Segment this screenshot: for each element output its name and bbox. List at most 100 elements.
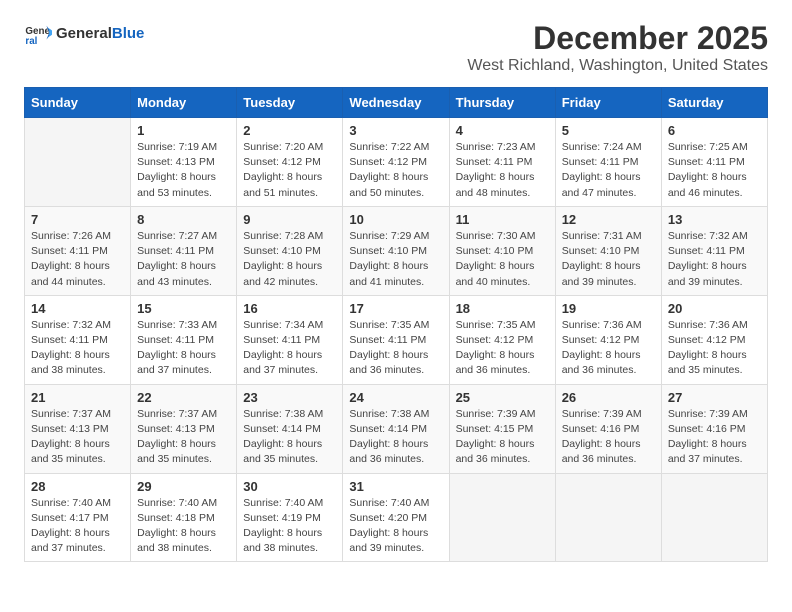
day-number: 24	[349, 390, 442, 405]
calendar-cell: 5Sunrise: 7:24 AM Sunset: 4:11 PM Daylig…	[555, 118, 661, 207]
day-number: 3	[349, 123, 442, 138]
calendar-cell: 28 Sunrise: 7:40 AM Sunset: 4:17 PM Dayli…	[25, 473, 131, 562]
calendar-table: SundayMondayTuesdayWednesdayThursdayFrid…	[24, 87, 768, 562]
calendar-cell: 27 Sunrise: 7:39 AM Sunset: 4:16 PM Dayli…	[661, 384, 767, 473]
calendar-cell: 3 Sunrise: 7:22 AM Sunset: 4:12 PM Daylig…	[343, 118, 449, 207]
day-number: 2	[243, 123, 336, 138]
calendar-cell	[25, 118, 131, 207]
day-info: Sunrise: 7:36 AM Sunset: 4:12 PM Dayligh…	[562, 318, 655, 379]
day-number: 7	[31, 212, 124, 227]
header: Gene ral GeneralBlue December 2025 West …	[24, 20, 768, 75]
calendar-cell: 2Sunrise: 7:20 AM Sunset: 4:12 PM Daylig…	[237, 118, 343, 207]
month-title: December 2025	[467, 20, 768, 57]
calendar-cell: 8 Sunrise: 7:27 AM Sunset: 4:11 PM Daylig…	[131, 206, 237, 295]
calendar-cell: 22Sunrise: 7:37 AM Sunset: 4:13 PM Dayli…	[131, 384, 237, 473]
svg-text:ral: ral	[25, 36, 37, 47]
day-number: 27	[668, 390, 761, 405]
calendar-cell: 26Sunrise: 7:39 AM Sunset: 4:16 PM Dayli…	[555, 384, 661, 473]
day-number: 26	[562, 390, 655, 405]
calendar-cell: 6 Sunrise: 7:25 AM Sunset: 4:11 PM Daylig…	[661, 118, 767, 207]
calendar-cell: 13Sunrise: 7:32 AM Sunset: 4:11 PM Dayli…	[661, 206, 767, 295]
day-number: 6	[668, 123, 761, 138]
calendar-cell: 11 Sunrise: 7:30 AM Sunset: 4:10 PM Dayli…	[449, 206, 555, 295]
col-header-wednesday: Wednesday	[343, 88, 449, 118]
day-number: 25	[456, 390, 549, 405]
calendar-cell: 14 Sunrise: 7:32 AM Sunset: 4:11 PM Dayli…	[25, 295, 131, 384]
calendar-cell	[661, 473, 767, 562]
day-info: Sunrise: 7:31 AM Sunset: 4:10 PM Dayligh…	[562, 229, 655, 290]
day-number: 12	[562, 212, 655, 227]
day-number: 28	[31, 479, 124, 494]
day-info: Sunrise: 7:40 AM Sunset: 4:18 PM Dayligh…	[137, 496, 230, 557]
day-info: Sunrise: 7:39 AM Sunset: 4:15 PM Dayligh…	[456, 407, 549, 468]
day-info: Sunrise: 7:38 AM Sunset: 4:14 PM Dayligh…	[349, 407, 442, 468]
day-info: Sunrise: 7:22 AM Sunset: 4:12 PM Dayligh…	[349, 140, 442, 201]
day-info: Sunrise: 7:27 AM Sunset: 4:11 PM Dayligh…	[137, 229, 230, 290]
col-header-saturday: Saturday	[661, 88, 767, 118]
day-info: Sunrise: 7:36 AM Sunset: 4:12 PM Dayligh…	[668, 318, 761, 379]
day-number: 14	[31, 301, 124, 316]
day-number: 30	[243, 479, 336, 494]
calendar-cell: 7 Sunrise: 7:26 AM Sunset: 4:11 PM Daylig…	[25, 206, 131, 295]
day-number: 23	[243, 390, 336, 405]
day-info: Sunrise: 7:40 AM Sunset: 4:20 PM Dayligh…	[349, 496, 442, 557]
calendar-cell	[555, 473, 661, 562]
day-number: 29	[137, 479, 230, 494]
day-info: Sunrise: 7:30 AM Sunset: 4:10 PM Dayligh…	[456, 229, 549, 290]
location-title: West Richland, Washington, United States	[467, 57, 768, 75]
calendar-cell: 12 Sunrise: 7:31 AM Sunset: 4:10 PM Dayli…	[555, 206, 661, 295]
day-info: Sunrise: 7:38 AM Sunset: 4:14 PM Dayligh…	[243, 407, 336, 468]
day-number: 4	[456, 123, 549, 138]
day-number: 11	[456, 212, 549, 227]
col-header-thursday: Thursday	[449, 88, 555, 118]
day-number: 17	[349, 301, 442, 316]
calendar-cell: 31 Sunrise: 7:40 AM Sunset: 4:20 PM Dayli…	[343, 473, 449, 562]
day-number: 10	[349, 212, 442, 227]
day-info: Sunrise: 7:19 AM Sunset: 4:13 PM Dayligh…	[137, 140, 230, 201]
calendar-cell: 30 Sunrise: 7:40 AM Sunset: 4:19 PM Dayli…	[237, 473, 343, 562]
day-number: 22	[137, 390, 230, 405]
day-number: 31	[349, 479, 442, 494]
day-number: 1	[137, 123, 230, 138]
calendar-cell: 29 Sunrise: 7:40 AM Sunset: 4:18 PM Dayli…	[131, 473, 237, 562]
day-number: 8	[137, 212, 230, 227]
day-number: 18	[456, 301, 549, 316]
logo: Gene ral GeneralBlue	[24, 20, 144, 48]
day-info: Sunrise: 7:39 AM Sunset: 4:16 PM Dayligh…	[668, 407, 761, 468]
calendar-cell: 24 Sunrise: 7:38 AM Sunset: 4:14 PM Dayli…	[343, 384, 449, 473]
col-header-monday: Monday	[131, 88, 237, 118]
day-info: Sunrise: 7:37 AM Sunset: 4:13 PM Dayligh…	[31, 407, 124, 468]
calendar-cell: 15 Sunrise: 7:33 AM Sunset: 4:11 PM Dayli…	[131, 295, 237, 384]
day-info: Sunrise: 7:26 AM Sunset: 4:11 PM Dayligh…	[31, 229, 124, 290]
day-info: Sunrise: 7:32 AM Sunset: 4:11 PM Dayligh…	[668, 229, 761, 290]
calendar-cell: 10Sunrise: 7:29 AM Sunset: 4:10 PM Dayli…	[343, 206, 449, 295]
title-area: December 2025 West Richland, Washington,…	[467, 20, 768, 75]
day-number: 16	[243, 301, 336, 316]
day-info: Sunrise: 7:25 AM Sunset: 4:11 PM Dayligh…	[668, 140, 761, 201]
day-info: Sunrise: 7:40 AM Sunset: 4:19 PM Dayligh…	[243, 496, 336, 557]
calendar-cell: 18Sunrise: 7:35 AM Sunset: 4:12 PM Dayli…	[449, 295, 555, 384]
col-header-tuesday: Tuesday	[237, 88, 343, 118]
day-info: Sunrise: 7:35 AM Sunset: 4:11 PM Dayligh…	[349, 318, 442, 379]
day-number: 19	[562, 301, 655, 316]
col-header-sunday: Sunday	[25, 88, 131, 118]
day-number: 9	[243, 212, 336, 227]
calendar-cell: 20 Sunrise: 7:36 AM Sunset: 4:12 PM Dayli…	[661, 295, 767, 384]
day-number: 21	[31, 390, 124, 405]
calendar-cell: 4Sunrise: 7:23 AM Sunset: 4:11 PM Daylig…	[449, 118, 555, 207]
calendar-cell: 9 Sunrise: 7:28 AM Sunset: 4:10 PM Daylig…	[237, 206, 343, 295]
day-info: Sunrise: 7:33 AM Sunset: 4:11 PM Dayligh…	[137, 318, 230, 379]
calendar-cell: 21 Sunrise: 7:37 AM Sunset: 4:13 PM Dayli…	[25, 384, 131, 473]
calendar-cell: 1 Sunrise: 7:19 AM Sunset: 4:13 PM Daylig…	[131, 118, 237, 207]
col-header-friday: Friday	[555, 88, 661, 118]
calendar-cell	[449, 473, 555, 562]
day-number: 20	[668, 301, 761, 316]
day-info: Sunrise: 7:32 AM Sunset: 4:11 PM Dayligh…	[31, 318, 124, 379]
logo-blue: Blue	[112, 25, 145, 42]
logo-icon: Gene ral	[24, 20, 52, 48]
day-number: 15	[137, 301, 230, 316]
calendar-cell: 19 Sunrise: 7:36 AM Sunset: 4:12 PM Dayli…	[555, 295, 661, 384]
calendar-cell: 25 Sunrise: 7:39 AM Sunset: 4:15 PM Dayli…	[449, 384, 555, 473]
day-info: Sunrise: 7:40 AM Sunset: 4:17 PM Dayligh…	[31, 496, 124, 557]
day-info: Sunrise: 7:28 AM Sunset: 4:10 PM Dayligh…	[243, 229, 336, 290]
